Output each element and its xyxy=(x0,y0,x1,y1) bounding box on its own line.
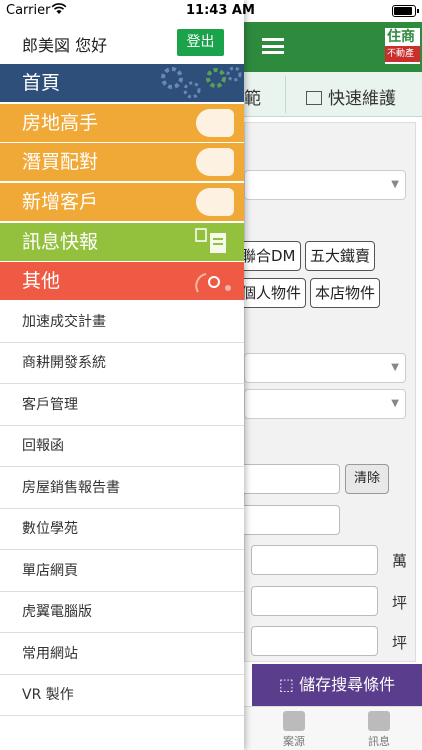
menu-category-buyer-match[interactable]: 潛買配對 xyxy=(0,143,244,181)
document-icon xyxy=(195,228,226,253)
house-icon xyxy=(283,711,305,731)
save-icon: ⬚ xyxy=(278,675,300,694)
dropdown-3[interactable]: ▼ xyxy=(244,389,406,419)
message-icon xyxy=(368,711,390,731)
thumbs-up-icon xyxy=(196,188,234,216)
menu-category-label: 潛買配對 xyxy=(22,151,99,173)
side-drawer: 郎美図 您好 登出 首頁 房地高手 潛買配對 新增客戶 訊息快報 其他 加速成交… xyxy=(0,0,244,750)
carrier-label: Carrier xyxy=(6,3,51,18)
submenu-item[interactable]: 商耕開發系統 xyxy=(0,343,244,384)
menu-category-news[interactable]: 訊息快報 xyxy=(0,223,244,261)
menu-category-realestate-pro[interactable]: 房地高手 xyxy=(0,104,244,142)
tabbar-item-messages[interactable]: 訊息 xyxy=(359,711,399,749)
hamburger-menu-icon[interactable] xyxy=(262,38,284,54)
submenu-item[interactable]: 常用網站 xyxy=(0,634,244,675)
save-search-label: 儲存搜尋條件 xyxy=(299,675,396,694)
unit-label: 坪 xyxy=(392,634,408,652)
chevron-down-icon: ▼ xyxy=(391,398,399,409)
user-greeting: 郎美図 您好 xyxy=(22,36,108,55)
menu-category-label: 其他 xyxy=(22,270,61,292)
tab-bar: 案源 訊息 xyxy=(244,706,422,750)
copy-icon xyxy=(306,91,322,105)
chip-joint-dm[interactable]: 聯合DM xyxy=(236,241,301,271)
area-input-1[interactable] xyxy=(251,586,378,616)
brand-top-text: 住商 xyxy=(387,29,415,45)
clear-button[interactable]: 清除 xyxy=(345,464,389,494)
price-input[interactable] xyxy=(251,545,378,575)
tabbar-item-listing[interactable]: 案源 xyxy=(274,711,314,749)
tab-quick-maintain-label: 快速維護 xyxy=(328,89,396,109)
chevron-down-icon: ▼ xyxy=(391,179,399,190)
brand-logo: 住商 不動產 xyxy=(383,26,422,66)
thumbs-up-icon xyxy=(196,148,234,176)
tabbar-label: 訊息 xyxy=(368,735,390,748)
menu-category-label: 新增客戶 xyxy=(22,191,99,213)
chevron-down-icon: ▼ xyxy=(391,362,399,373)
menu-category-label: 首頁 xyxy=(22,72,61,94)
save-search-button[interactable]: ⬚ 儲存搜尋條件 xyxy=(252,664,422,706)
brand-bottom-text: 不動產 xyxy=(385,46,420,62)
submenu-item[interactable]: 房屋銷售報告書 xyxy=(0,468,244,509)
status-time: 11:43 AM xyxy=(186,3,255,18)
dropdown-2[interactable]: ▼ xyxy=(244,353,406,383)
menu-category-other[interactable]: 其他 xyxy=(0,262,244,300)
submenu-item[interactable]: 加速成交計畫 xyxy=(0,302,244,343)
chip-store[interactable]: 本店物件 xyxy=(310,278,381,308)
unit-label: 萬 xyxy=(392,552,408,570)
dots-icon xyxy=(195,273,231,293)
menu-category-label: 訊息快報 xyxy=(22,231,99,253)
chip-five-iron[interactable]: 五大鐵賣 xyxy=(305,241,376,271)
text-input-2[interactable] xyxy=(236,505,340,535)
battery-icon xyxy=(392,5,419,17)
submenu-item[interactable]: 客戶管理 xyxy=(0,385,244,426)
menu-category-home[interactable]: 首頁 xyxy=(0,64,244,102)
menu-category-label: 房地高手 xyxy=(22,112,99,134)
menu-category-add-client[interactable]: 新增客戶 xyxy=(0,183,244,221)
text-input-1[interactable] xyxy=(236,464,340,494)
unit-label: 坪 xyxy=(392,594,408,612)
status-bar: Carrier 11:43 AM xyxy=(0,0,422,22)
wifi-icon xyxy=(51,3,67,18)
area-input-2[interactable] xyxy=(251,626,378,656)
submenu-item[interactable]: 虎翼電腦版 xyxy=(0,592,244,633)
submenu-item[interactable]: 單店網頁 xyxy=(0,551,244,592)
tab-partial[interactable]: 範 xyxy=(244,84,261,109)
tab-divider xyxy=(285,76,286,113)
submenu-item[interactable]: 數位學苑 xyxy=(0,509,244,550)
tabbar-label: 案源 xyxy=(283,735,305,748)
chip-personal[interactable]: 個人物件 xyxy=(236,278,307,308)
thumbs-up-icon xyxy=(196,109,234,137)
tab-quick-maintain[interactable]: 快速維護 xyxy=(306,84,396,109)
gear-icon xyxy=(161,66,242,99)
submenu-item[interactable]: VR 製作 xyxy=(0,675,244,716)
dropdown-1[interactable]: ▼ xyxy=(244,170,406,200)
submenu-item[interactable]: 回報函 xyxy=(0,426,244,467)
logout-button[interactable]: 登出 xyxy=(177,29,224,56)
